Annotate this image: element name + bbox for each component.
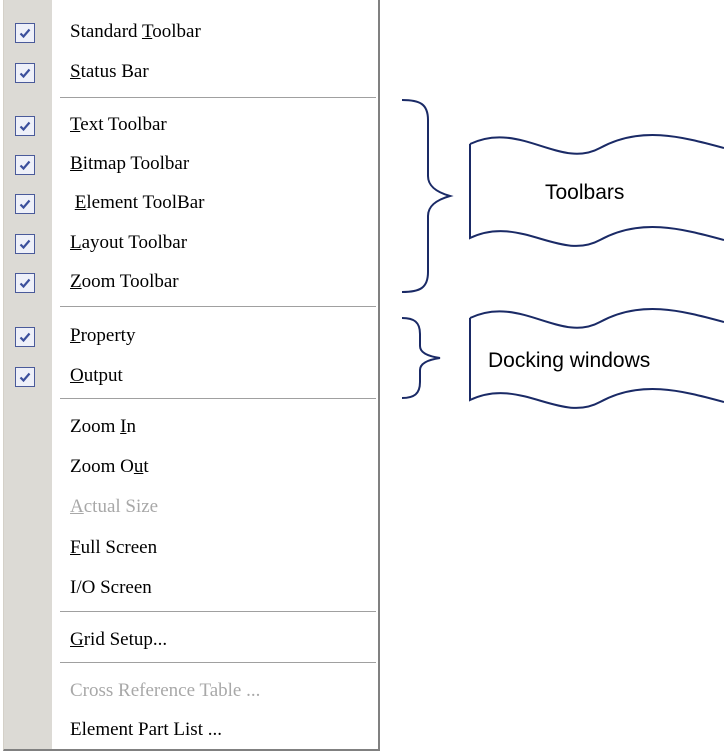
annotation-layer (401, 99, 724, 409)
docking-windows-callout-label: Docking windows (488, 349, 651, 372)
toolbars-brace (401, 99, 454, 293)
toolbars-callout-label: Toolbars (545, 181, 625, 204)
docking-brace (401, 317, 441, 399)
